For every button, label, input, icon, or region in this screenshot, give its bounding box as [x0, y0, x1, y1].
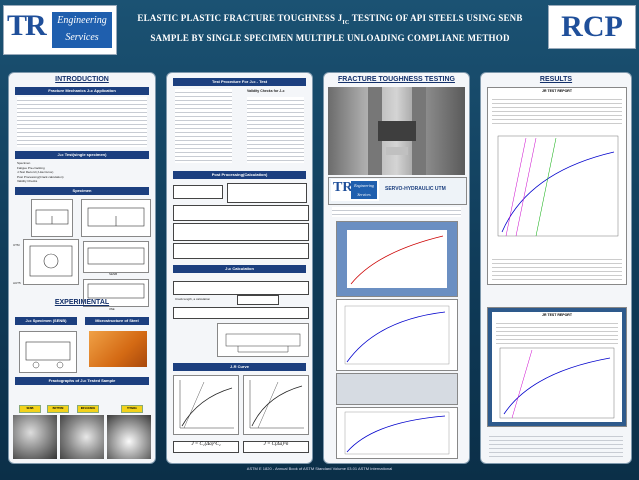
poster-footer: ASTM E 1820 - Annual Book of ASTM Standa… — [246, 466, 393, 471]
results-notes — [489, 433, 623, 457]
results-heading: RESULTS — [539, 76, 573, 83]
servo-hydraulic-banner: TR Engineering Services SERVO-HYDRAULIC U… — [328, 177, 467, 205]
jr-equation-1: J = C₁(Δa)^C₂ — [173, 441, 239, 453]
tr-logo-text: Engineering Services — [52, 12, 112, 48]
introduction-heading: INTRODUCTION — [55, 76, 109, 83]
fracture-toughness-testing-heading: FRACTURE TOUGHNESS TESTING — [338, 76, 455, 83]
specimen-drawing-2 — [81, 199, 151, 237]
equation-j-el — [227, 183, 307, 203]
jic-calculation-band: J₁c Calculation — [173, 265, 306, 273]
tr-logo-mark: TR — [7, 9, 47, 42]
jr-equation-2: J = C(Δa)^n — [243, 441, 309, 453]
senb-specimen-sketch — [19, 331, 77, 373]
software-dialog — [336, 373, 458, 405]
software-screenshot-1 — [336, 221, 458, 297]
equation-u — [173, 243, 309, 259]
specimen-drawing-4 — [83, 241, 149, 273]
jr-test-report-1: JR TEST REPORT — [487, 87, 627, 285]
servo-hydraulic-label: SERVO-HYDRAULIC UTM — [385, 186, 446, 192]
load-displacement-plot-2 — [336, 407, 458, 459]
specimen-band: Specimen — [15, 187, 149, 195]
report2-title: JR TEST REPORT — [542, 313, 572, 317]
report1-fields — [492, 96, 622, 126]
fracture-mechanics-band: Fracture Mechanics J₁c Application — [15, 87, 149, 95]
report2-fields — [496, 320, 618, 344]
report1-notes — [492, 256, 622, 280]
testing-notes — [332, 207, 461, 217]
column-introduction: INTRODUCTION Fracture Mechanics J₁c Appl… — [8, 72, 156, 464]
column-procedure: Test Procedure For J₁c - Test Validity C… — [166, 72, 313, 464]
validity-list — [247, 97, 304, 163]
jic-specimen-band: J₁c Specimen (SENB) — [15, 317, 77, 325]
jr-test-report-2: JR TEST REPORT — [487, 307, 627, 427]
equation-a — [173, 223, 309, 241]
tag-influence: INFLUENCE — [77, 405, 99, 413]
equation-compliance — [173, 281, 309, 295]
jr-curve-plot-1 — [173, 375, 239, 435]
fractographs-band: Fractographs of J₁c Tested Sample — [15, 377, 149, 385]
jic-test-band: J₁c Test(single specimen) — [15, 151, 149, 159]
tr-engineering-logo: TR Engineering Services — [3, 5, 117, 55]
fractograph-2 — [60, 415, 104, 459]
test-procedure-band: Test Procedure For J₁c - Test — [173, 78, 306, 86]
fractograph-3 — [107, 415, 151, 459]
experimental-heading: EXPERIMENTAL — [54, 299, 110, 306]
column-results: RESULTS JR TEST REPORT JR TEST REPORT — [480, 72, 632, 464]
microstructure-image — [89, 331, 147, 367]
intro-text-block — [17, 97, 147, 147]
poster-title-line1: ELASTIC PLASTIC FRACTURE TOUGHNESS JIC T… — [137, 13, 523, 26]
specimen-drawing-3 — [23, 239, 79, 285]
procedure-steps — [175, 89, 232, 163]
equation-long — [173, 307, 309, 319]
specimen-schematic — [217, 323, 309, 357]
microstructure-band: Microstructure of Steel — [85, 317, 149, 325]
post-processing-band: Post Processing(Calculation) — [173, 171, 306, 179]
label-senb: SENB — [109, 272, 118, 276]
tag-senb: SENB — [19, 405, 41, 413]
load-displacement-plot — [336, 299, 458, 371]
equation-j-pl — [173, 205, 309, 221]
validity-heading: Validity Checks for J₁c — [247, 89, 285, 93]
banner-logo: TR Engineering Services — [331, 179, 379, 201]
jr-curve-plot-2 — [243, 375, 309, 435]
tag-bottom: BOTTOM — [47, 405, 69, 413]
jr-curve-band: J-R Curve — [173, 363, 306, 371]
report1-title: JR TEST REPORT — [542, 89, 572, 93]
jic-test-list: Specimen Fatigue Pre-cracking J-Test Recor… — [17, 161, 64, 183]
equation-crack-length — [237, 295, 279, 305]
poster: TR Engineering Services ELASTIC PLASTIC … — [0, 0, 639, 480]
label-3se: 3SE — [109, 307, 115, 311]
utm-photo — [328, 87, 465, 175]
rcp-logo: RCP — [548, 5, 636, 49]
fractograph-1 — [13, 415, 57, 459]
poster-header: TR Engineering Services ELASTIC PLASTIC … — [0, 0, 639, 62]
column-testing: FRACTURE TOUGHNESS TESTING TR Engineerin… — [323, 72, 470, 464]
poster-title-line2: SAMPLE BY SINGLE SPECIMEN MULTIPLE UNLOA… — [150, 33, 510, 43]
equation-k — [173, 185, 223, 199]
tag-titania: TITANIA — [121, 405, 143, 413]
specimen-drawing-1 — [31, 199, 73, 237]
